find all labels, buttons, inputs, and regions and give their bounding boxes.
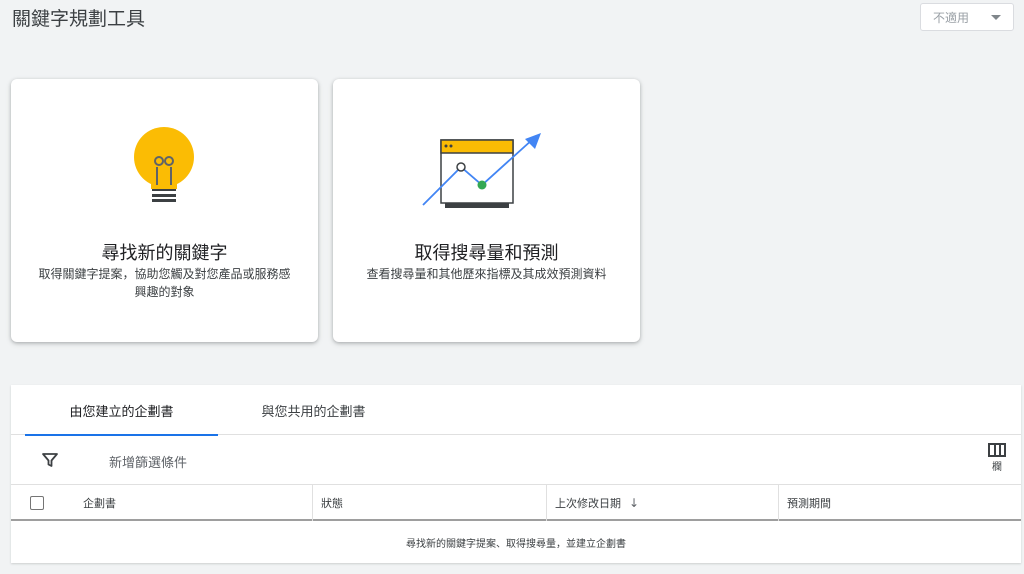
tab-shared-with-you[interactable]: 與您共用的企劃書 xyxy=(217,385,410,435)
card-title: 取得搜尋量和預測 xyxy=(414,243,559,264)
empty-table-message: 尋找新的關鍵字提案、取得搜尋量，並建立企劃書 xyxy=(406,539,626,550)
trend-chart-icon xyxy=(422,133,541,208)
column-header-label: 企劃書 xyxy=(83,497,116,510)
plans-panel: 由您建立的企劃書 與您共用的企劃書 新增篩選條件 欄 企劃書 狀態 上次修改日期… xyxy=(11,385,1021,563)
filter-bar: 新增篩選條件 欄 xyxy=(11,435,1021,485)
find-keywords-card[interactable]: 尋找新的關鍵字 取得關鍵字提案，協助您觸及對您產品或服務感興趣的對象 xyxy=(11,79,318,342)
card-description: 查看搜尋量和其他歷來指標及其成效預測資料 xyxy=(366,267,607,281)
column-header-last-modified[interactable]: 上次修改日期 ↓ xyxy=(546,485,779,521)
account-select[interactable]: 不適用 xyxy=(920,3,1014,31)
page-title: 關鍵字規劃工具 xyxy=(12,8,146,30)
column-header-label: 預測期間 xyxy=(787,497,831,510)
get-volume-forecast-card[interactable]: 取得搜尋量和預測 查看搜尋量和其他歷來指標及其成效預測資料 xyxy=(333,79,640,342)
column-header-plan[interactable]: 企劃書 xyxy=(75,485,313,521)
sort-arrow-icon: ↓ xyxy=(629,496,640,510)
column-header-status[interactable]: 狀態 xyxy=(312,485,546,521)
card-title: 尋找新的關鍵字 xyxy=(101,243,228,264)
plans-tabs: 由您建立的企劃書 與您共用的企劃書 xyxy=(11,385,1021,436)
select-all-checkbox[interactable] xyxy=(30,496,44,510)
column-header-label: 狀態 xyxy=(321,497,343,510)
table-header: 企劃書 狀態 上次修改日期 ↓ 預測期間 xyxy=(11,485,1021,521)
lightbulb-icon xyxy=(134,127,194,202)
columns-icon xyxy=(988,443,1006,457)
columns-label: 欄 xyxy=(992,462,1002,473)
tab-created-by-you[interactable]: 由您建立的企劃書 xyxy=(25,385,218,436)
card-description: 取得關鍵字提案，協助您觸及對您產品或服務感興趣的對象 xyxy=(38,267,291,299)
caret-down-icon xyxy=(991,15,1001,20)
account-select-value: 不適用 xyxy=(933,10,970,25)
column-header-label: 上次修改日期 xyxy=(555,497,621,510)
columns-button[interactable]: 欄 xyxy=(985,443,1009,479)
add-filter-button[interactable]: 新增篩選條件 xyxy=(109,452,187,471)
filter-icon[interactable] xyxy=(41,451,59,469)
column-header-forecast-period[interactable]: 預測期間 xyxy=(778,485,1021,521)
